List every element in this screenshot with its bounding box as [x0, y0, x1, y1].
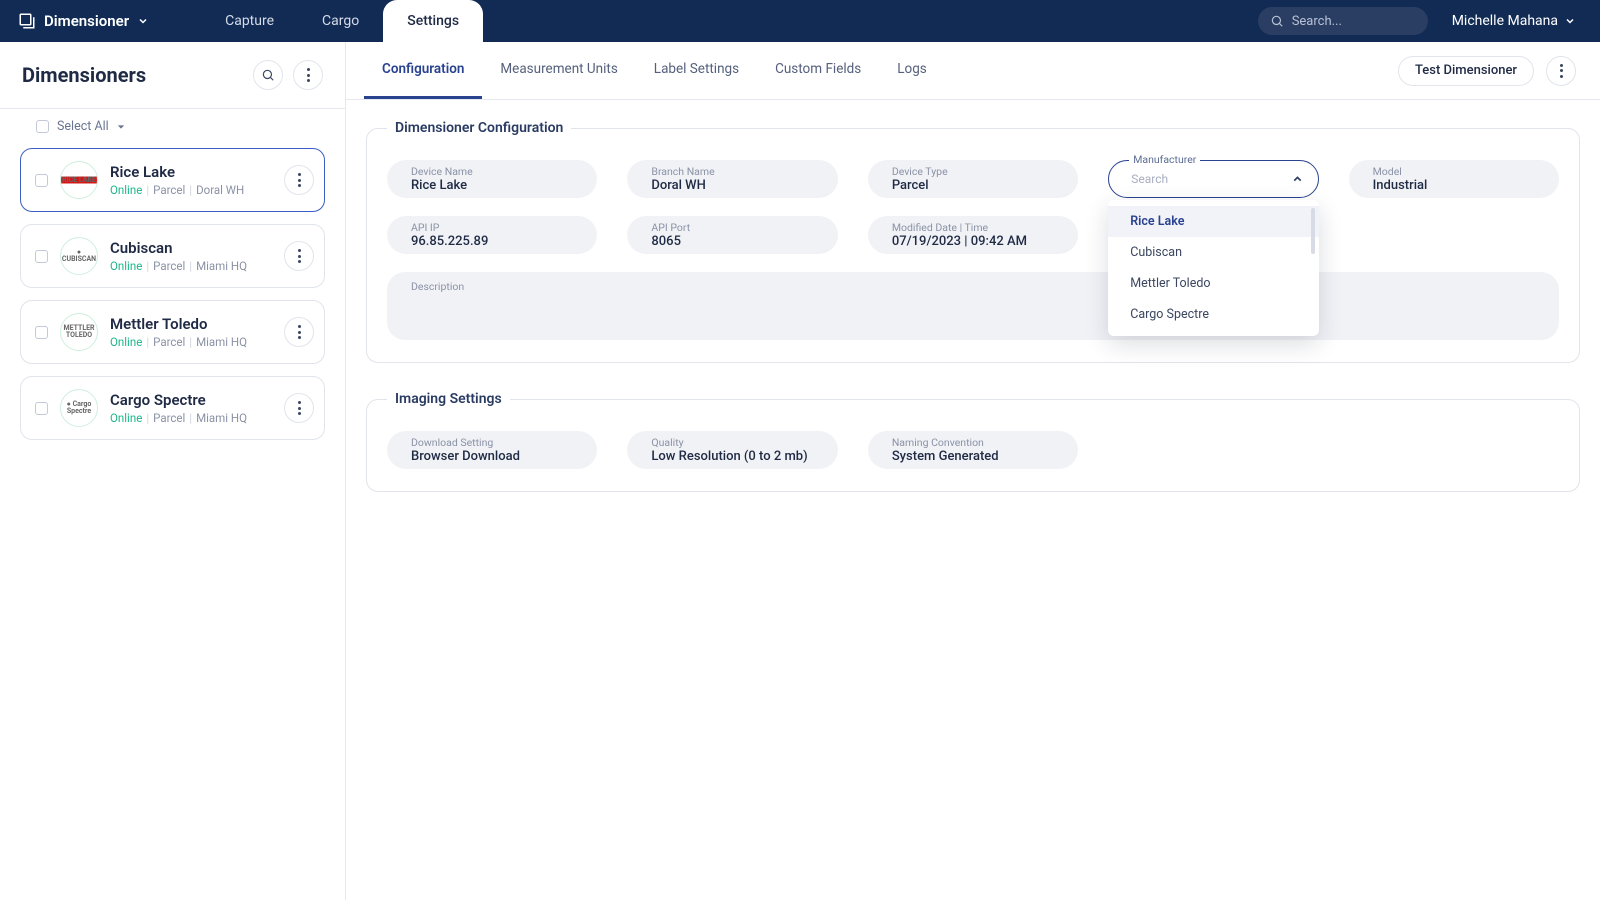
content-header: Configuration Measurement Units Label Se…	[346, 42, 1600, 100]
caret-down-icon[interactable]	[117, 123, 125, 131]
device-logo: RICE LAKE	[60, 161, 98, 199]
content-tabs: Configuration Measurement Units Label Se…	[364, 42, 945, 99]
device-more-button[interactable]	[284, 241, 314, 271]
manufacturer-option-cargo-spectre[interactable]: Cargo Spectre	[1108, 299, 1318, 330]
sidebar-header: Dimensioners	[0, 42, 345, 108]
app-logo-icon	[18, 12, 36, 30]
panel-legend: Dimensioner Configuration	[387, 120, 571, 136]
panel-legend: Imaging Settings	[387, 391, 510, 407]
kebab-icon	[298, 401, 301, 415]
device-meta: Online|Parcel|Miami HQ	[110, 335, 247, 349]
field-modified-date[interactable]: Modified Date | Time 07/19/2023 | 09:42 …	[868, 216, 1078, 254]
device-more-button[interactable]	[284, 393, 314, 423]
device-card-rice-lake[interactable]: RICE LAKE Rice Lake Online|Parcel|Doral …	[20, 148, 325, 212]
field-manufacturer-combo[interactable]: Manufacturer	[1108, 160, 1318, 198]
field-manufacturer-label: Manufacturer	[1129, 153, 1200, 166]
device-meta: Online|Parcel|Doral WH	[110, 183, 244, 197]
field-api-ip[interactable]: API IP 96.85.225.89	[387, 216, 597, 254]
tab-measurement-units[interactable]: Measurement Units	[482, 42, 635, 99]
field-quality[interactable]: Quality Low Resolution (0 to 2 mb)	[627, 431, 837, 469]
brand[interactable]: Dimensioner	[0, 12, 161, 30]
device-more-button[interactable]	[284, 165, 314, 195]
tab-settings[interactable]: Settings	[383, 0, 483, 42]
test-dimensioner-button[interactable]: Test Dimensioner	[1398, 56, 1534, 86]
panel-dimensioner-configuration: Dimensioner Configuration Device Name Ri…	[366, 120, 1580, 363]
select-all-row[interactable]: Select All	[0, 108, 345, 144]
device-meta: Online|Parcel|Miami HQ	[110, 259, 247, 273]
manufacturer-option-rice-lake[interactable]: Rice Lake	[1108, 206, 1318, 237]
device-checkbox[interactable]	[35, 174, 48, 187]
search-icon	[261, 68, 275, 82]
page-title: Dimensioners	[22, 63, 146, 87]
kebab-icon	[298, 173, 301, 187]
device-name: Rice Lake	[110, 163, 244, 181]
kebab-icon	[298, 325, 301, 339]
tab-cargo[interactable]: Cargo	[298, 0, 383, 42]
device-card-mettler-toledo[interactable]: METTLER TOLEDO Mettler Toledo Online|Par…	[20, 300, 325, 364]
field-model[interactable]: Model Industrial	[1349, 160, 1559, 198]
sidebar-search-button[interactable]	[253, 60, 283, 90]
field-device-name[interactable]: Device Name Rice Lake	[387, 160, 597, 198]
topbar: Dimensioner Capture Cargo Settings Miche…	[0, 0, 1600, 42]
field-manufacturer-input[interactable]	[1131, 172, 1290, 186]
content-more-button[interactable]	[1546, 56, 1576, 86]
tab-custom-fields[interactable]: Custom Fields	[757, 42, 879, 99]
device-card-cargo-spectre[interactable]: ● Cargo Spectre Cargo Spectre Online|Par…	[20, 376, 325, 440]
field-naming-convention[interactable]: Naming Convention System Generated	[868, 431, 1078, 469]
device-logo: METTLER TOLEDO	[60, 313, 98, 351]
panel-imaging-settings: Imaging Settings Download Setting Browse…	[366, 391, 1580, 492]
chevron-down-icon	[1564, 15, 1576, 27]
field-download-setting[interactable]: Download Setting Browser Download	[387, 431, 597, 469]
device-name: Cargo Spectre	[110, 391, 247, 409]
top-nav: Capture Cargo Settings	[201, 0, 483, 42]
device-checkbox[interactable]	[35, 326, 48, 339]
kebab-icon	[298, 249, 301, 263]
device-name: Mettler Toledo	[110, 315, 247, 333]
select-all-label: Select All	[57, 119, 109, 134]
kebab-icon	[1560, 64, 1563, 78]
sidebar-more-button[interactable]	[293, 60, 323, 90]
tab-capture[interactable]: Capture	[201, 0, 298, 42]
tab-configuration[interactable]: Configuration	[364, 42, 482, 99]
kebab-icon	[307, 68, 310, 82]
brand-label: Dimensioner	[44, 12, 129, 30]
device-name: Cubiscan	[110, 239, 247, 257]
device-checkbox[interactable]	[35, 402, 48, 415]
tab-label-settings[interactable]: Label Settings	[636, 42, 757, 99]
dropdown-scrollbar[interactable]	[1311, 208, 1315, 254]
global-search[interactable]	[1258, 7, 1428, 35]
manufacturer-option-mettler-toledo[interactable]: Mettler Toledo	[1108, 268, 1318, 299]
field-api-port[interactable]: API Port 8065	[627, 216, 837, 254]
user-name: Michelle Mahana	[1452, 13, 1558, 29]
manufacturer-dropdown: Rice Lake Cubiscan Mettler Toledo Cargo …	[1108, 200, 1318, 336]
device-meta: Online|Parcel|Miami HQ	[110, 411, 247, 425]
tab-logs[interactable]: Logs	[879, 42, 945, 99]
device-list: RICE LAKE Rice Lake Online|Parcel|Doral …	[0, 144, 345, 440]
chevron-down-icon	[137, 15, 149, 27]
global-search-input[interactable]	[1292, 14, 1392, 29]
device-more-button[interactable]	[284, 317, 314, 347]
chevron-up-icon[interactable]	[1291, 172, 1304, 186]
select-all-checkbox[interactable]	[36, 120, 49, 133]
device-logo: ● CUBISCAN	[60, 237, 98, 275]
sidebar: Dimensioners Select All RICE LAKE Rice L…	[0, 42, 346, 900]
manufacturer-option-cubiscan[interactable]: Cubiscan	[1108, 237, 1318, 268]
device-logo: ● Cargo Spectre	[60, 389, 98, 427]
field-branch-name[interactable]: Branch Name Doral WH	[627, 160, 837, 198]
device-card-cubiscan[interactable]: ● CUBISCAN Cubiscan Online|Parcel|Miami …	[20, 224, 325, 288]
user-menu[interactable]: Michelle Mahana	[1452, 13, 1576, 29]
field-device-type[interactable]: Device Type Parcel	[868, 160, 1078, 198]
search-icon	[1270, 14, 1284, 28]
field-description[interactable]: Description	[387, 272, 1559, 340]
content: Configuration Measurement Units Label Se…	[346, 42, 1600, 900]
device-checkbox[interactable]	[35, 250, 48, 263]
